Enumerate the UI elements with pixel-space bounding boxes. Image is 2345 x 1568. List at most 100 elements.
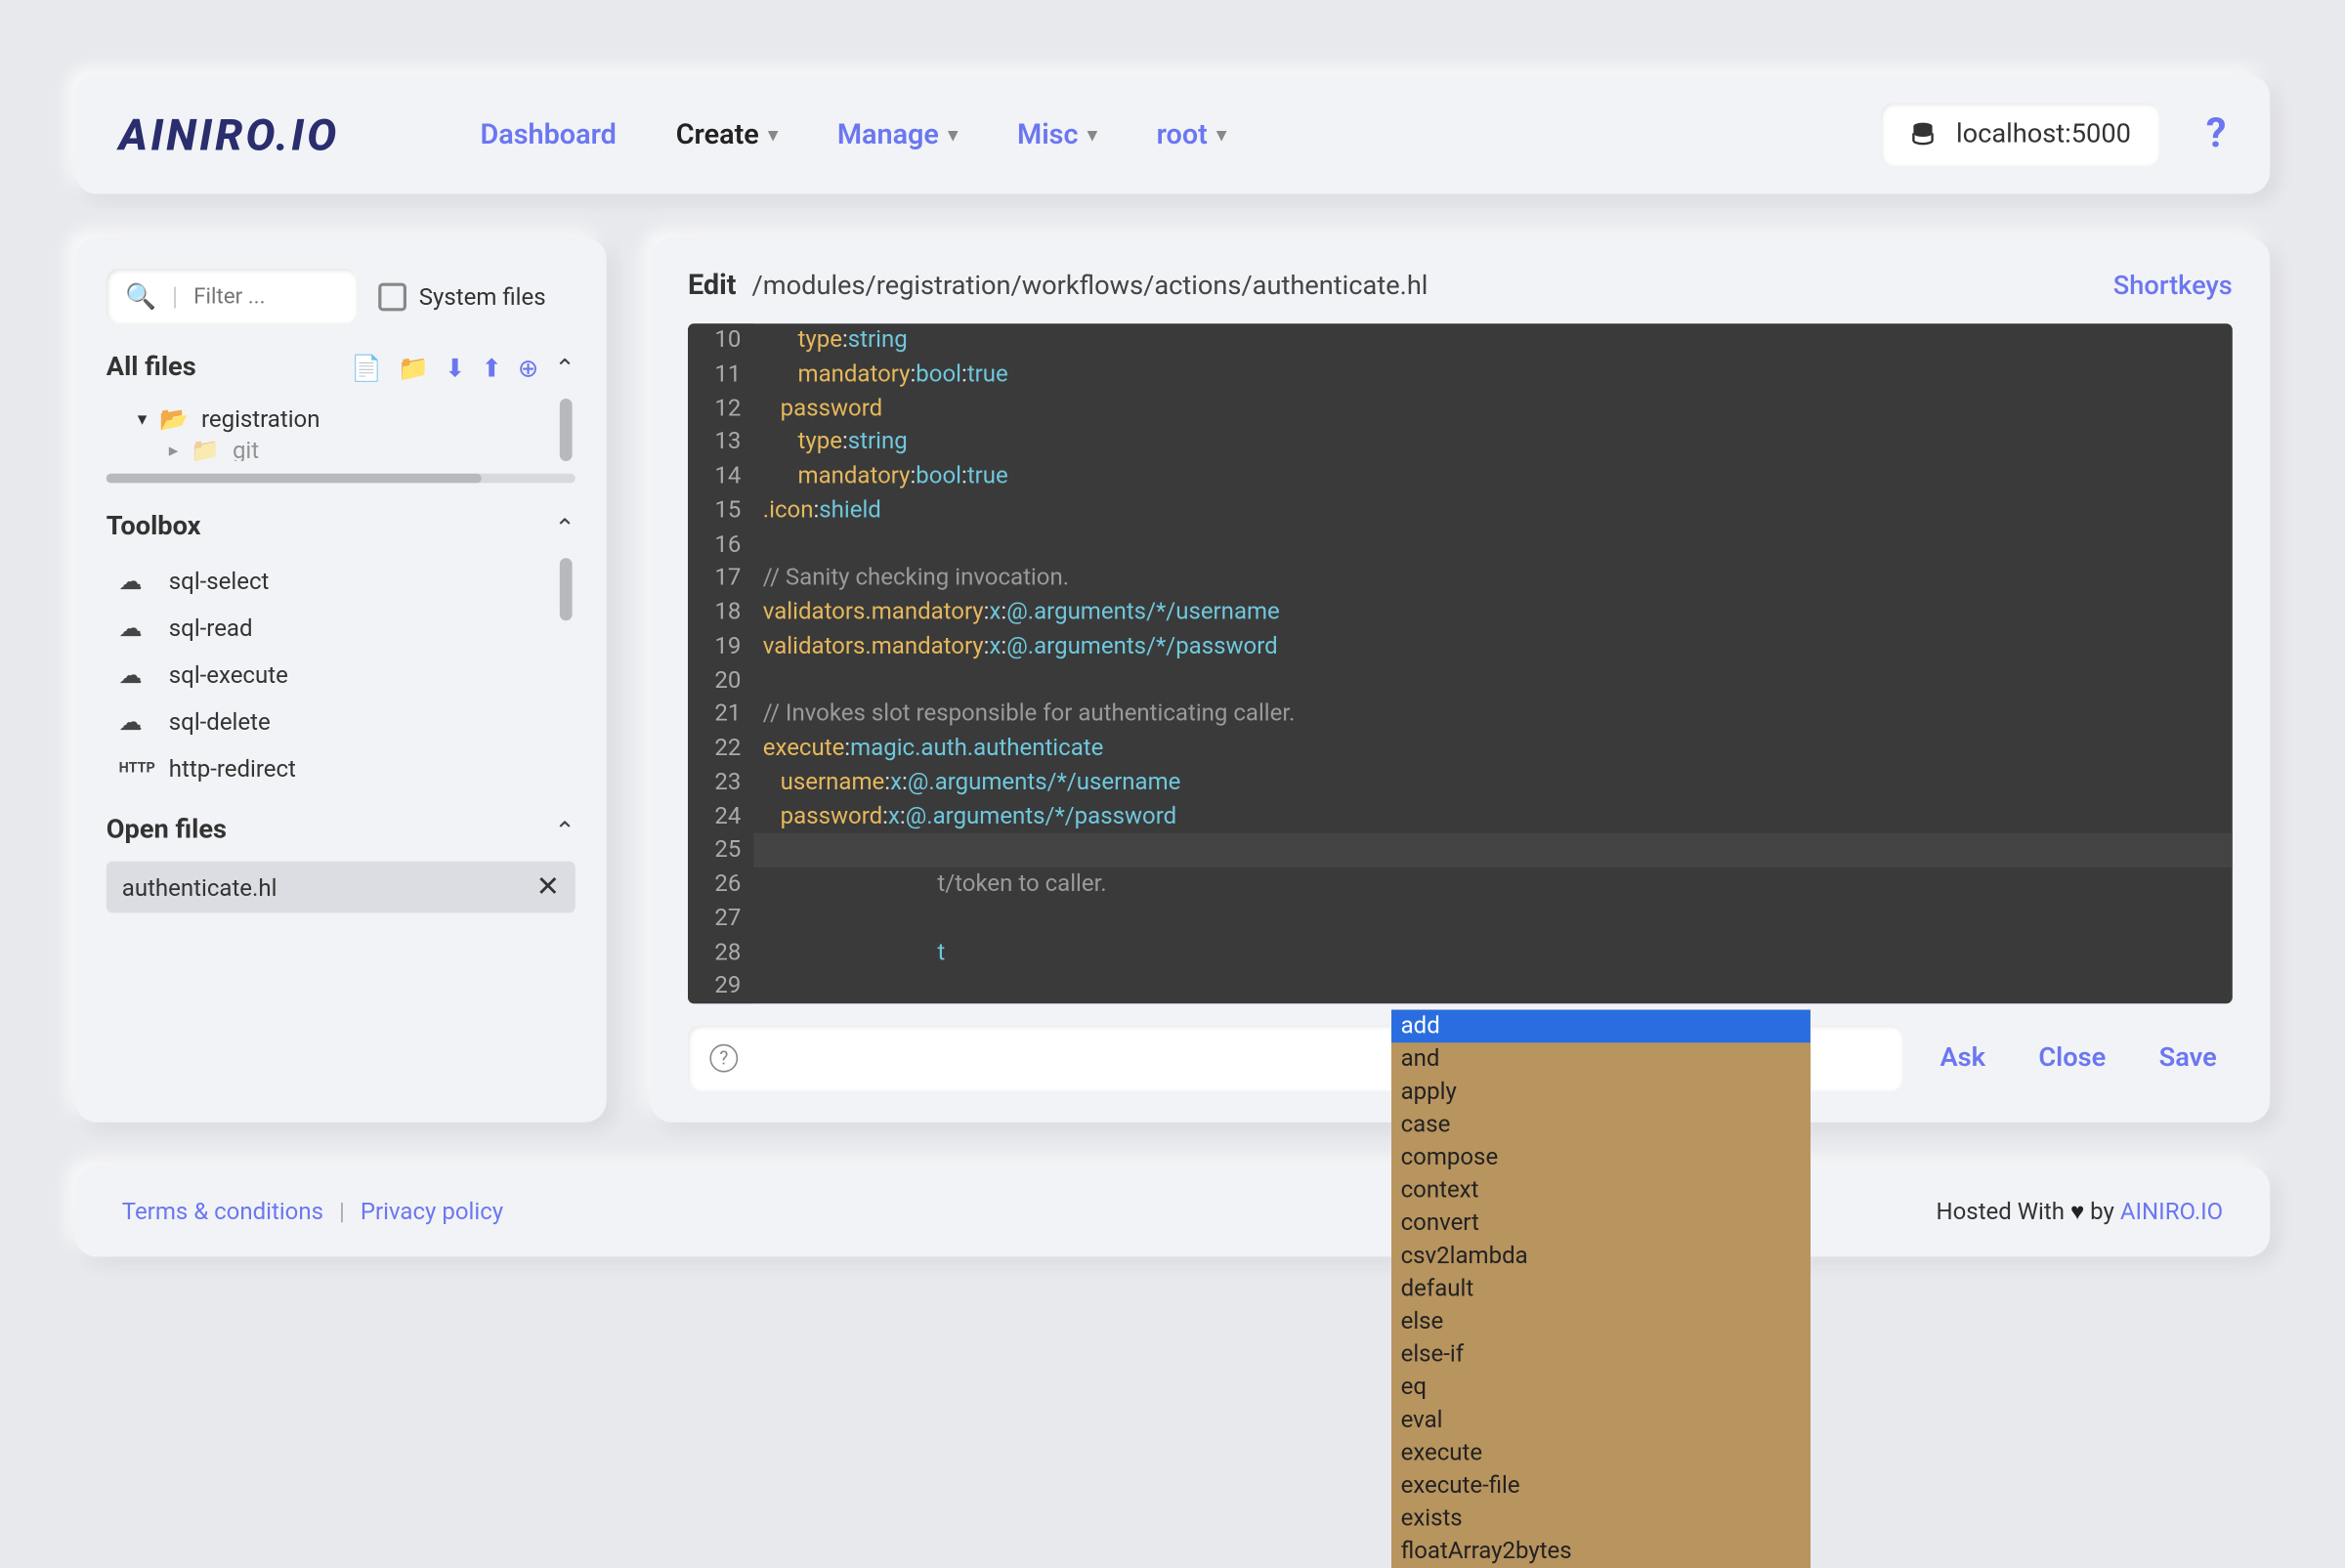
code-text[interactable]: type:string xyxy=(753,323,2233,358)
autocomplete-item[interactable]: default xyxy=(1391,1272,1811,1305)
code-editor[interactable]: 10 type:string11 mandatory:bool:true12 p… xyxy=(688,323,2233,1003)
code-text[interactable] xyxy=(753,833,2233,868)
autocomplete-item[interactable]: csv2lambda xyxy=(1391,1240,1811,1273)
host-badge[interactable]: localhost:5000 xyxy=(1881,104,2159,166)
code-line[interactable]: 21// Invokes slot responsible for authen… xyxy=(688,698,2233,732)
code-line[interactable]: 26 t/token to caller. xyxy=(688,868,2233,902)
autocomplete-item[interactable]: add xyxy=(1391,1010,1811,1043)
code-line[interactable]: 28 t xyxy=(688,936,2233,970)
nav-create[interactable]: Create ▾ xyxy=(676,118,778,151)
privacy-link[interactable]: Privacy policy xyxy=(361,1198,503,1226)
autocomplete-item[interactable]: compose xyxy=(1391,1141,1811,1174)
filter-input[interactable] xyxy=(193,283,337,309)
code-line[interactable]: 25 xyxy=(688,833,2233,868)
tool-sql-read[interactable]: ☁sql-read xyxy=(107,605,576,652)
code-text[interactable]: validators.mandatory:x:@.arguments/*/pas… xyxy=(753,629,2233,663)
cloud-icon: ☁ xyxy=(119,614,150,643)
tree-item-registration[interactable]: ▾ 📂 registration xyxy=(107,399,576,440)
code-line[interactable]: 14 mandatory:bool:true xyxy=(688,459,2233,493)
autocomplete-item[interactable]: apply xyxy=(1391,1076,1811,1109)
code-line[interactable]: 29 xyxy=(688,969,2233,1003)
code-text[interactable]: t/token to caller. xyxy=(753,868,2233,902)
code-line[interactable]: 17// Sanity checking invocation. xyxy=(688,562,2233,596)
tool-http-redirect[interactable]: HTTPhttp-redirect xyxy=(107,745,576,792)
autocomplete-item[interactable]: eq xyxy=(1391,1371,1811,1404)
tree-item-git[interactable]: ▸ 📁 git xyxy=(107,440,576,461)
code-text[interactable]: t xyxy=(753,936,2233,970)
code-text[interactable]: .icon:shield xyxy=(753,493,2233,528)
code-line[interactable]: 18validators.mandatory:x:@.arguments/*/u… xyxy=(688,596,2233,630)
tool-sql-execute[interactable]: ☁sql-execute xyxy=(107,652,576,699)
nav-root[interactable]: root ▾ xyxy=(1157,118,1227,151)
brand-link[interactable]: AINIRO.IO xyxy=(2120,1198,2223,1226)
nav-misc[interactable]: Misc ▾ xyxy=(1017,118,1097,151)
tree-label: registration xyxy=(201,404,320,433)
nav-dashboard-label: Dashboard xyxy=(481,118,617,151)
ask-button[interactable]: Ask xyxy=(1925,1042,2002,1074)
code-text[interactable]: // Invokes slot responsible for authenti… xyxy=(753,698,2233,732)
autocomplete-item[interactable]: case xyxy=(1391,1108,1811,1141)
code-text[interactable]: // Sanity checking invocation. xyxy=(753,562,2233,596)
autocomplete-item[interactable]: context xyxy=(1391,1174,1811,1208)
code-text[interactable]: execute:magic.auth.authenticate xyxy=(753,732,2233,766)
code-line[interactable]: 20 xyxy=(688,663,2233,698)
close-button[interactable]: Close xyxy=(2023,1042,2121,1074)
open-file-item[interactable]: authenticate.hl ✕ xyxy=(107,862,576,913)
line-number: 28 xyxy=(688,936,753,970)
collapse-icon[interactable]: ⌃ xyxy=(554,815,575,844)
code-text[interactable]: type:string xyxy=(753,426,2233,460)
autocomplete-item[interactable]: else xyxy=(1391,1305,1811,1338)
tool-sql-select[interactable]: ☁sql-select xyxy=(107,558,576,605)
code-text[interactable] xyxy=(753,663,2233,698)
autocomplete-item[interactable]: else-if xyxy=(1391,1338,1811,1372)
help-button[interactable]: ? xyxy=(2206,111,2227,158)
nav-dashboard[interactable]: Dashboard xyxy=(481,118,617,151)
terms-link[interactable]: Terms & conditions xyxy=(122,1198,323,1226)
code-line[interactable]: 22execute:magic.auth.authenticate xyxy=(688,732,2233,766)
upload-icon[interactable]: ⬆ xyxy=(481,353,501,382)
autocomplete-item[interactable]: exists xyxy=(1391,1503,1811,1536)
h-scrollbar[interactable] xyxy=(107,474,576,484)
code-line[interactable]: 16 xyxy=(688,528,2233,562)
code-text[interactable] xyxy=(753,902,2233,936)
nav-create-label: Create xyxy=(676,118,759,151)
autocomplete-item[interactable]: and xyxy=(1391,1042,1811,1076)
code-text[interactable]: password xyxy=(753,392,2233,426)
autocomplete-item[interactable]: execute-file xyxy=(1391,1469,1811,1503)
code-text[interactable]: password:x:@.arguments/*/password xyxy=(753,799,2233,833)
code-line[interactable]: 11 mandatory:bool:true xyxy=(688,358,2233,392)
code-text[interactable] xyxy=(753,969,2233,1003)
code-line[interactable]: 27 xyxy=(688,902,2233,936)
scrollbar[interactable] xyxy=(560,558,573,620)
system-files-toggle[interactable]: System files xyxy=(378,282,545,311)
new-file-icon[interactable]: 📄 xyxy=(351,353,382,382)
save-button[interactable]: Save xyxy=(2144,1042,2233,1074)
code-line[interactable]: 12 password xyxy=(688,392,2233,426)
collapse-icon[interactable]: ⌃ xyxy=(554,353,575,382)
shortkeys-link[interactable]: Shortkeys xyxy=(2113,270,2233,301)
autocomplete-item[interactable]: execute xyxy=(1391,1436,1811,1469)
code-text[interactable]: validators.mandatory:x:@.arguments/*/use… xyxy=(753,596,2233,630)
chevron-down-icon: ▾ xyxy=(949,123,959,145)
code-text[interactable]: mandatory:bool:true xyxy=(753,459,2233,493)
code-line[interactable]: 24 password:x:@.arguments/*/password xyxy=(688,799,2233,833)
new-folder-icon[interactable]: 📁 xyxy=(398,353,429,382)
autocomplete-item[interactable]: floatArray2bytes xyxy=(1391,1535,1811,1568)
close-icon[interactable]: ✕ xyxy=(536,870,560,904)
autocomplete-item[interactable]: eval xyxy=(1391,1404,1811,1437)
code-text[interactable]: mandatory:bool:true xyxy=(753,358,2233,392)
code-line[interactable]: 23 username:x:@.arguments/*/username xyxy=(688,766,2233,800)
nav-manage[interactable]: Manage ▾ xyxy=(837,118,958,151)
autocomplete-item[interactable]: convert xyxy=(1391,1207,1811,1240)
code-text[interactable] xyxy=(753,528,2233,562)
code-line[interactable]: 19validators.mandatory:x:@.arguments/*/p… xyxy=(688,629,2233,663)
code-line[interactable]: 10 type:string xyxy=(688,323,2233,358)
scrollbar[interactable] xyxy=(560,399,573,461)
collapse-icon[interactable]: ⌃ xyxy=(554,512,575,541)
download-icon[interactable]: ⬇ xyxy=(445,353,465,382)
code-line[interactable]: 13 type:string xyxy=(688,426,2233,460)
tool-sql-delete[interactable]: ☁sql-delete xyxy=(107,699,576,745)
install-icon[interactable]: ⊕ xyxy=(518,353,538,382)
code-text[interactable]: username:x:@.arguments/*/username xyxy=(753,766,2233,800)
code-line[interactable]: 15.icon:shield xyxy=(688,493,2233,528)
